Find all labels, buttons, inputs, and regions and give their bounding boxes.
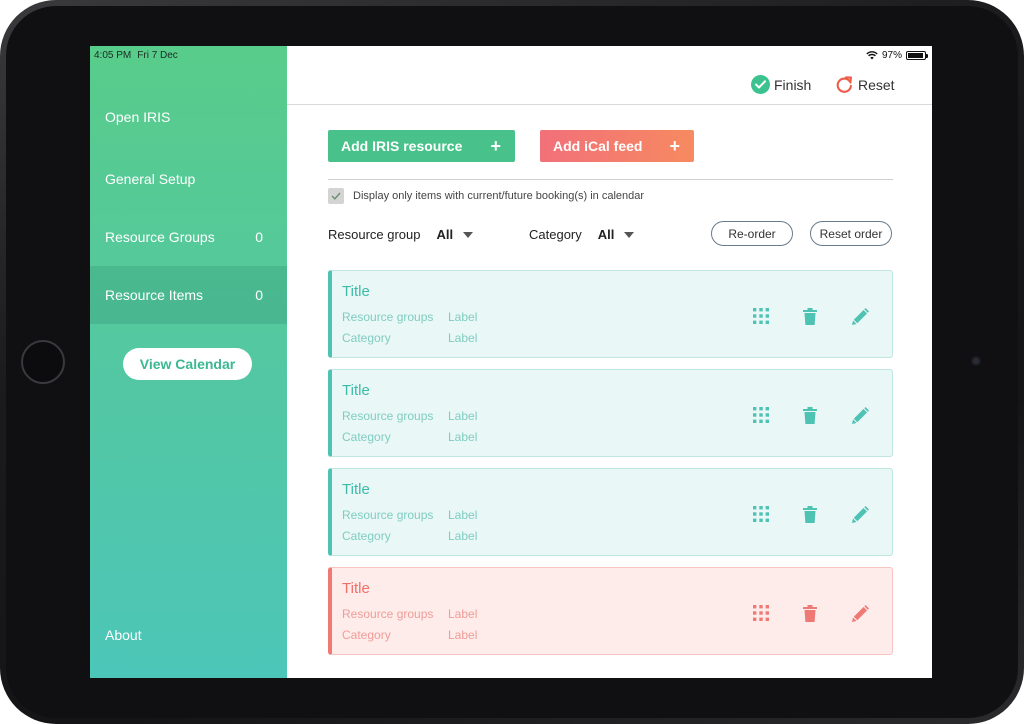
sidebar-item-resource-groups[interactable]: Resource Groups 0: [90, 209, 287, 265]
resource-group-label: Resource group: [328, 227, 421, 242]
category-filter: Category All: [529, 227, 635, 242]
pencil-icon[interactable]: [849, 602, 871, 624]
battery-icon: [906, 51, 928, 60]
trash-icon[interactable]: [799, 404, 821, 426]
resource-card[interactable]: Title Resource groups Label Category Lab…: [328, 468, 893, 556]
card-category-value: Label: [448, 628, 478, 642]
card-group-key: Resource groups: [342, 508, 434, 522]
sidebar-item-general-setup[interactable]: General Setup: [90, 151, 287, 207]
card-category-value: Label: [448, 529, 478, 543]
main-panel: 97% Finish Reset Add IRIS resource + Add…: [287, 46, 932, 678]
add-ical-feed-label: Add iCal feed: [553, 138, 643, 154]
reset-button[interactable]: Reset: [835, 75, 895, 94]
card-group-value: Label: [448, 607, 478, 621]
card-category-key: Category: [342, 430, 391, 444]
card-title: Title: [342, 580, 370, 597]
card-title: Title: [342, 382, 370, 399]
reset-order-button[interactable]: Reset order: [810, 221, 892, 246]
grid-icon[interactable]: [750, 602, 772, 624]
category-select[interactable]: All: [598, 227, 615, 242]
status-time: 4:05 PM: [94, 50, 132, 61]
add-iris-resource-button[interactable]: Add IRIS resource +: [328, 130, 515, 162]
sidebar-item-label: Resource Groups: [105, 229, 215, 245]
sidebar-item-label: Open IRIS: [105, 109, 171, 125]
current-bookings-filter: Display only items with current/future b…: [328, 188, 644, 204]
card-title: Title: [342, 481, 370, 498]
home-button[interactable]: [21, 340, 65, 384]
screen: 4:05 PM Fri 7 Dec Open IRIS General Setup…: [90, 46, 932, 678]
plus-icon: +: [669, 135, 680, 156]
status-date: Fri 7 Dec: [137, 50, 178, 61]
current-bookings-checkbox[interactable]: [328, 188, 344, 204]
sidebar-item-label: About: [105, 627, 142, 643]
sidebar-item-open-iris[interactable]: Open IRIS: [90, 89, 287, 145]
grid-icon[interactable]: [750, 404, 772, 426]
resource-card[interactable]: Title Resource groups Label Category Lab…: [328, 369, 893, 457]
finish-label: Finish: [774, 76, 812, 93]
trash-icon[interactable]: [799, 503, 821, 525]
trash-icon[interactable]: [799, 305, 821, 327]
reorder-button[interactable]: Re-order: [711, 221, 793, 246]
plus-icon: +: [490, 135, 501, 156]
check-icon: [331, 192, 341, 200]
battery-percent: 97%: [881, 50, 902, 61]
sidebar-item-count: 0: [255, 287, 263, 303]
check-circle-icon: [751, 75, 770, 94]
tablet-frame: 4:05 PM Fri 7 Dec Open IRIS General Setup…: [0, 0, 1024, 724]
sidebar-item-resource-items[interactable]: Resource Items 0: [90, 266, 287, 324]
category-label: Category: [529, 227, 582, 242]
finish-button[interactable]: Finish: [751, 75, 811, 94]
reset-label: Reset: [858, 76, 895, 93]
card-category-value: Label: [448, 331, 478, 345]
card-group-key: Resource groups: [342, 409, 434, 423]
wifi-icon: [866, 51, 878, 60]
chevron-down-icon[interactable]: [624, 231, 635, 238]
resource-group-filter: Resource group All: [328, 227, 474, 242]
add-iris-resource-label: Add IRIS resource: [341, 138, 463, 154]
card-group-value: Label: [448, 310, 478, 324]
status-time-date: 4:05 PM Fri 7 Dec: [94, 50, 184, 61]
add-ical-feed-button[interactable]: Add iCal feed +: [540, 130, 694, 162]
card-group-value: Label: [448, 508, 478, 522]
pencil-icon[interactable]: [849, 305, 871, 327]
current-bookings-label: Display only items with current/future b…: [353, 190, 645, 202]
sidebar-item-label: General Setup: [105, 171, 196, 187]
trash-icon[interactable]: [799, 602, 821, 624]
grid-icon[interactable]: [750, 305, 772, 327]
status-indicators: 97%: [866, 50, 928, 61]
refresh-icon: [836, 76, 853, 93]
card-group-key: Resource groups: [342, 310, 434, 324]
pencil-icon[interactable]: [849, 503, 871, 525]
chevron-down-icon[interactable]: [463, 231, 474, 238]
card-category-key: Category: [342, 529, 391, 543]
grid-icon[interactable]: [750, 503, 772, 525]
top-toolbar: Finish Reset: [287, 68, 932, 105]
card-group-key: Resource groups: [342, 607, 434, 621]
resource-card[interactable]: Title Resource groups Label Category Lab…: [328, 567, 893, 655]
section-divider: [328, 179, 893, 180]
card-category-value: Label: [448, 430, 478, 444]
sidebar-item-label: Resource Items: [105, 287, 204, 303]
resource-group-select[interactable]: All: [437, 227, 454, 242]
view-calendar-button[interactable]: View Calendar: [123, 348, 252, 380]
card-title: Title: [342, 283, 370, 300]
sidebar-item-about[interactable]: About: [90, 607, 287, 663]
card-category-key: Category: [342, 331, 391, 345]
pencil-icon[interactable]: [849, 404, 871, 426]
card-category-key: Category: [342, 628, 391, 642]
sidebar: 4:05 PM Fri 7 Dec Open IRIS General Setup…: [90, 46, 287, 678]
card-group-value: Label: [448, 409, 478, 423]
sidebar-item-count: 0: [255, 229, 263, 245]
front-camera: [971, 356, 981, 366]
resource-card[interactable]: Title Resource groups Label Category Lab…: [328, 270, 893, 358]
